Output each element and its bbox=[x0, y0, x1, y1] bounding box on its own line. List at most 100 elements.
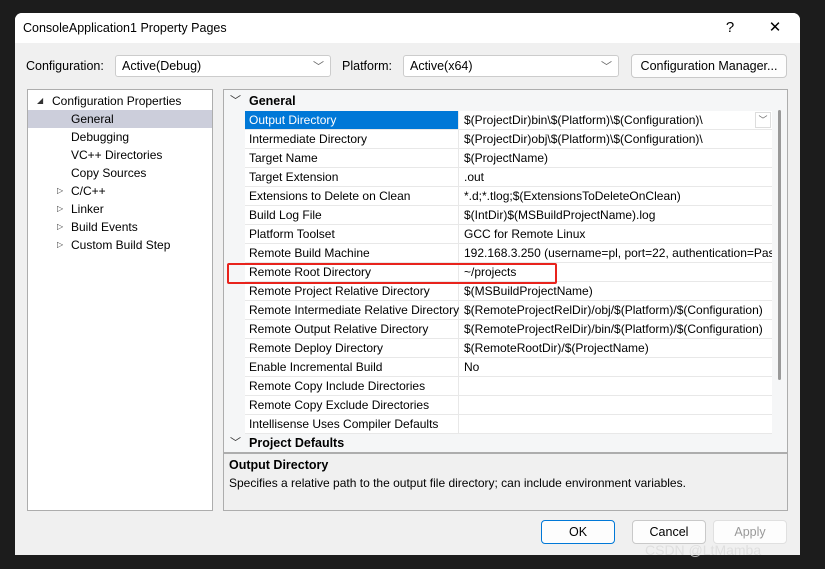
window-title: ConsoleApplication1 Property Pages bbox=[23, 21, 227, 35]
value-dropdown-button[interactable]: ﹀ bbox=[755, 112, 771, 128]
property-row[interactable]: Remote Output Relative Directory $(Remote… bbox=[245, 320, 772, 339]
property-row[interactable]: Target Name $(ProjectName) bbox=[245, 149, 772, 168]
apply-button[interactable]: Apply bbox=[713, 520, 787, 544]
property-name: Build Log File bbox=[245, 206, 459, 224]
tree-item-copy-sources[interactable]: Copy Sources bbox=[28, 164, 212, 182]
help-button[interactable]: ? bbox=[715, 17, 745, 39]
property-value[interactable]: .out bbox=[460, 168, 772, 186]
property-name: Remote Intermediate Relative Directory bbox=[245, 301, 459, 319]
property-value[interactable] bbox=[460, 415, 772, 433]
property-name: Output Directory bbox=[245, 111, 459, 129]
tree-item-label: Debugging bbox=[71, 130, 130, 144]
configuration-dropdown[interactable]: Active(Debug) ﹀ bbox=[115, 55, 331, 77]
collapsed-arrow-icon[interactable]: ▷ bbox=[57, 236, 63, 254]
configuration-manager-button[interactable]: Configuration Manager... bbox=[631, 54, 787, 78]
property-name: Remote Copy Exclude Directories bbox=[245, 396, 459, 414]
description-panel: Output Directory Specifies a relative pa… bbox=[223, 453, 788, 511]
category-project-defaults[interactable]: ﹀ Project Defaults bbox=[224, 434, 772, 452]
property-name: Platform Toolset bbox=[245, 225, 459, 243]
configuration-label: Configuration: bbox=[26, 59, 104, 73]
platform-dropdown[interactable]: Active(x64) ﹀ bbox=[403, 55, 619, 77]
property-value[interactable]: $(ProjectName) bbox=[460, 149, 772, 167]
tree-item-label: Custom Build Step bbox=[71, 238, 171, 252]
scrollbar-thumb[interactable] bbox=[778, 110, 781, 380]
property-name: Enable Incremental Build bbox=[245, 358, 459, 376]
property-row[interactable]: Extensions to Delete on Clean *.d;*.tlog;… bbox=[245, 187, 772, 206]
tree-item-label: General bbox=[71, 112, 114, 126]
property-name: Remote Build Machine bbox=[245, 244, 459, 262]
property-row[interactable]: Remote Copy Include Directories bbox=[245, 377, 772, 396]
property-value[interactable]: GCC for Remote Linux bbox=[460, 225, 772, 243]
property-value[interactable]: $(MSBuildProjectName) bbox=[460, 282, 772, 300]
category-label: General bbox=[249, 94, 296, 108]
property-row[interactable]: Intermediate Directory $(ProjectDir)obj\$… bbox=[245, 130, 772, 149]
expanded-arrow-icon[interactable]: ◢ bbox=[37, 92, 43, 110]
tree-item-label: Configuration Properties bbox=[52, 94, 182, 108]
watermark: CSDN @LtMamba bbox=[645, 542, 762, 558]
tree-item-linker[interactable]: ▷ Linker bbox=[28, 200, 212, 218]
category-label: Project Defaults bbox=[249, 436, 345, 450]
chevron-down-icon: ﹀ bbox=[601, 61, 612, 73]
property-value[interactable]: $(RemoteRootDir)/$(ProjectName) bbox=[460, 339, 772, 357]
property-value[interactable]: $(RemoteProjectRelDir)/bin/$(Platform)/$… bbox=[460, 320, 772, 338]
tree-item-label: VC++ Directories bbox=[71, 148, 163, 162]
chevron-down-icon: ﹀ bbox=[230, 95, 241, 107]
property-value[interactable]: $(RemoteProjectRelDir)/obj/$(Platform)/$… bbox=[460, 301, 772, 319]
property-value[interactable] bbox=[460, 396, 772, 414]
description-text: Specifies a relative path to the output … bbox=[229, 476, 686, 490]
highlight-box bbox=[227, 263, 557, 284]
property-name: Target Extension bbox=[245, 168, 459, 186]
collapsed-arrow-icon[interactable]: ▷ bbox=[57, 218, 63, 236]
tree-item-build-events[interactable]: ▷ Build Events bbox=[28, 218, 212, 236]
property-name: Remote Project Relative Directory bbox=[245, 282, 459, 300]
property-row[interactable]: Remote Deploy Directory $(RemoteRootDir)/… bbox=[245, 339, 772, 358]
property-row[interactable]: Platform Toolset GCC for Remote Linux bbox=[245, 225, 772, 244]
tree-item-configuration-properties[interactable]: ◢ Configuration Properties bbox=[28, 92, 212, 110]
cancel-button[interactable]: Cancel bbox=[632, 520, 706, 544]
grid-scrollbar[interactable] bbox=[772, 90, 787, 452]
tree-item-label: C/C++ bbox=[71, 184, 106, 198]
property-pages-dialog: ConsoleApplication1 Property Pages ? ✕ C… bbox=[15, 13, 800, 555]
property-name: Remote Deploy Directory bbox=[245, 339, 459, 357]
tree-item-general[interactable]: General bbox=[28, 110, 212, 128]
close-button[interactable]: ✕ bbox=[760, 17, 790, 39]
property-row[interactable]: Target Extension .out bbox=[245, 168, 772, 187]
platform-value: Active(x64) bbox=[410, 59, 473, 73]
property-row[interactable]: Enable Incremental Build No bbox=[245, 358, 772, 377]
property-row[interactable]: Output Directory $(ProjectDir)bin\$(Platf… bbox=[245, 111, 772, 130]
platform-label: Platform: bbox=[342, 59, 393, 73]
property-name: Remote Output Relative Directory bbox=[245, 320, 459, 338]
description-title: Output Directory bbox=[229, 458, 329, 472]
chevron-down-icon: ﹀ bbox=[313, 61, 324, 73]
property-row[interactable]: Remote Project Relative Directory $(MSBui… bbox=[245, 282, 772, 301]
property-value[interactable] bbox=[460, 377, 772, 395]
property-row[interactable]: Intellisense Uses Compiler Defaults bbox=[245, 415, 772, 434]
property-row[interactable]: Remote Intermediate Relative Directory $(… bbox=[245, 301, 772, 320]
chevron-down-icon: ﹀ bbox=[230, 437, 241, 449]
property-value[interactable]: 192.168.3.250 (username=pl, port=22, aut… bbox=[460, 244, 772, 262]
tree-item-vc-directories[interactable]: VC++ Directories bbox=[28, 146, 212, 164]
property-value[interactable]: *.d;*.tlog;$(ExtensionsToDeleteOnClean) bbox=[460, 187, 772, 205]
property-value[interactable]: $(ProjectDir)bin\$(Platform)\$(Configura… bbox=[460, 111, 772, 129]
property-row[interactable]: Remote Copy Exclude Directories bbox=[245, 396, 772, 415]
collapsed-arrow-icon[interactable]: ▷ bbox=[57, 200, 63, 218]
property-tree: ◢ Configuration Properties General Debuggin… bbox=[27, 89, 213, 511]
collapsed-arrow-icon[interactable]: ▷ bbox=[57, 182, 63, 200]
property-value[interactable]: No bbox=[460, 358, 772, 376]
property-row[interactable]: Remote Build Machine 192.168.3.250 (usern… bbox=[245, 244, 772, 263]
property-name: Extensions to Delete on Clean bbox=[245, 187, 459, 205]
configuration-value: Active(Debug) bbox=[122, 59, 202, 73]
category-general[interactable]: ﹀ General bbox=[224, 92, 772, 111]
title-bar: ConsoleApplication1 Property Pages ? ✕ bbox=[15, 13, 800, 43]
tree-item-label: Copy Sources bbox=[71, 166, 147, 180]
tree-item-debugging[interactable]: Debugging bbox=[28, 128, 212, 146]
property-row[interactable]: Build Log File $(IntDir)$(MSBuildProjectN… bbox=[245, 206, 772, 225]
property-value[interactable]: $(ProjectDir)obj\$(Platform)\$(Configura… bbox=[460, 130, 772, 148]
tree-item-c-c-[interactable]: ▷ C/C++ bbox=[28, 182, 212, 200]
property-name: Intermediate Directory bbox=[245, 130, 459, 148]
tree-item-custom-build-step[interactable]: ▷ Custom Build Step bbox=[28, 236, 212, 254]
ok-button[interactable]: OK bbox=[541, 520, 615, 544]
property-name: Target Name bbox=[245, 149, 459, 167]
tree-item-label: Build Events bbox=[71, 220, 138, 234]
property-value[interactable]: $(IntDir)$(MSBuildProjectName).log bbox=[460, 206, 772, 224]
